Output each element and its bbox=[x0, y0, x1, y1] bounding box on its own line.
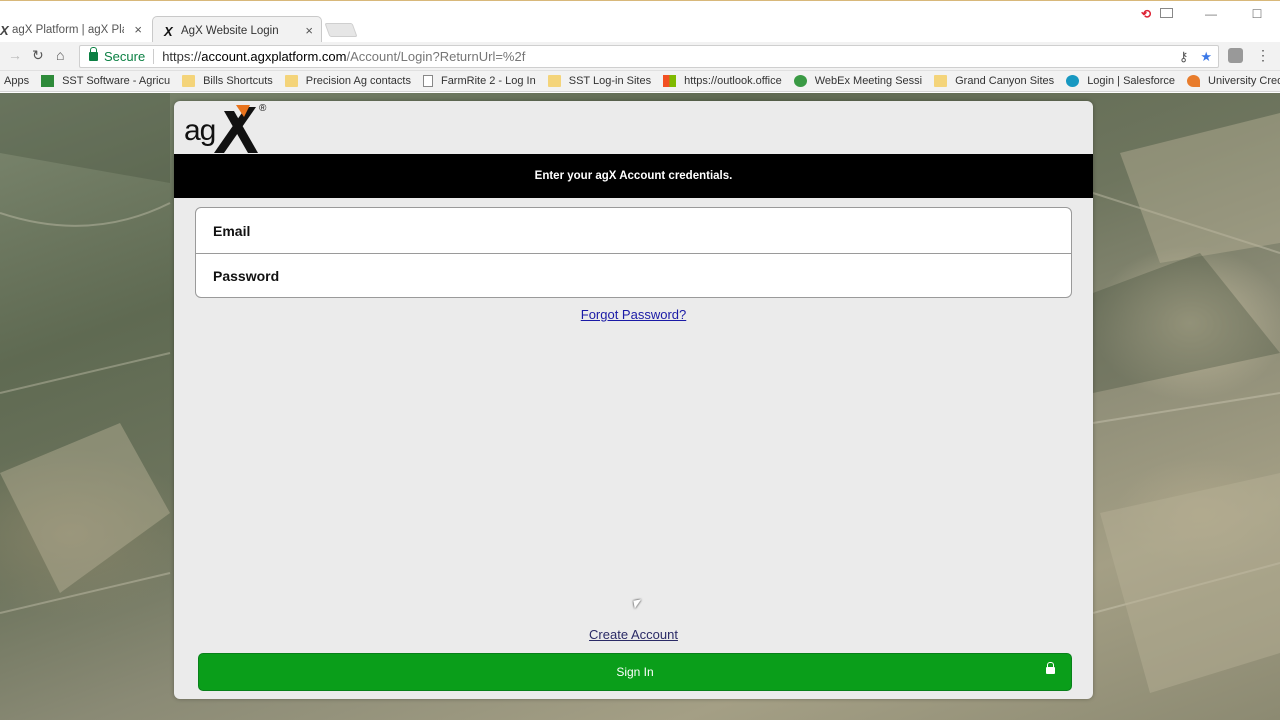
home-icon[interactable]: ⌂ bbox=[56, 47, 64, 63]
bookmark-sst-software[interactable]: SST Software - Agricu bbox=[41, 75, 170, 87]
extension-icon[interactable] bbox=[1228, 48, 1243, 63]
bookmark-label: Precision Ag contacts bbox=[305, 75, 411, 87]
url-scheme: https:// bbox=[162, 49, 202, 64]
lock-icon bbox=[1046, 662, 1055, 674]
bookmark-precision-ag[interactable]: Precision Ag contacts bbox=[284, 75, 411, 87]
bookmark-label: Apps bbox=[4, 75, 30, 87]
minimize-button[interactable]: — bbox=[1188, 7, 1234, 21]
folder-icon bbox=[182, 75, 196, 87]
address-bar[interactable]: Secure https://account.agxplatform.com/A… bbox=[79, 45, 1219, 68]
window-controls: — ☐ bbox=[1188, 1, 1280, 27]
email-field[interactable] bbox=[213, 222, 1071, 239]
microsoft-icon bbox=[663, 75, 677, 87]
folder-icon bbox=[284, 75, 298, 87]
secure-lock-icon bbox=[89, 47, 98, 61]
mouse-cursor-icon bbox=[633, 599, 643, 609]
password-field[interactable] bbox=[213, 268, 1071, 284]
bookmark-apps[interactable]: Apps bbox=[4, 75, 29, 87]
forgot-password-wrapper: Forgot Password? bbox=[174, 307, 1093, 322]
browser-tabstrip: X agX Platform | agX Platfo × X AgX Webs… bbox=[0, 0, 1280, 44]
password-row bbox=[196, 253, 1071, 298]
divider bbox=[153, 49, 155, 64]
agx-logo: ag ® bbox=[184, 103, 274, 155]
key-icon[interactable]: ⚷ bbox=[1179, 49, 1189, 65]
bookmark-salesforce[interactable]: Login | Salesforce bbox=[1066, 75, 1175, 87]
menu-icon[interactable]: ⋮ bbox=[1256, 47, 1270, 64]
bookmarks-bar: Apps SST Software - Agricu Bills Shortcu… bbox=[0, 71, 1280, 92]
tab-agx-website-login[interactable]: X AgX Website Login × bbox=[152, 16, 322, 44]
bookmark-label: https://outlook.office bbox=[684, 75, 782, 87]
omnibox-actions: ⚷ ★ bbox=[1179, 49, 1212, 65]
close-icon[interactable]: × bbox=[305, 23, 313, 38]
folder-icon bbox=[934, 75, 948, 87]
bookmark-outlook[interactable]: https://outlook.office bbox=[663, 75, 782, 87]
url-text[interactable]: https://account.agxplatform.com/Account/… bbox=[162, 49, 525, 64]
bookmark-credit-union[interactable]: University Credit Unic bbox=[1187, 75, 1280, 87]
url-path: /Account/Login?ReturnUrl=%2f bbox=[346, 49, 526, 64]
bookmark-sst-login[interactable]: SST Log-in Sites bbox=[547, 75, 652, 87]
bookmark-star-icon[interactable]: ★ bbox=[1200, 49, 1212, 65]
forgot-password-link[interactable]: Forgot Password? bbox=[581, 307, 687, 322]
sync-icon[interactable]: ⟲ bbox=[1141, 7, 1151, 21]
page-icon bbox=[422, 75, 433, 87]
bookmark-webex[interactable]: WebEx Meeting Sessi bbox=[793, 75, 923, 87]
salesforce-icon bbox=[1066, 75, 1080, 87]
browser-toolbar: → ↻ ⌂ Secure https://account.agxplatform… bbox=[0, 42, 1280, 71]
sst-icon bbox=[41, 75, 55, 87]
folder-icon bbox=[547, 75, 561, 87]
new-tab-button[interactable] bbox=[324, 23, 358, 37]
bookmark-grand-canyon[interactable]: Grand Canyon Sites bbox=[934, 75, 1054, 87]
tab-agx-platform[interactable]: X agX Platform | agX Platfo × bbox=[0, 16, 150, 44]
extension-icon[interactable] bbox=[1160, 8, 1173, 18]
close-icon[interactable]: × bbox=[134, 22, 142, 37]
bookmark-label: WebEx Meeting Sessi bbox=[814, 75, 923, 87]
credit-union-icon bbox=[1187, 75, 1201, 87]
create-account-wrapper: Create Account bbox=[174, 627, 1093, 642]
svg-text:ag: ag bbox=[184, 114, 215, 147]
bookmark-bills-shortcuts[interactable]: Bills Shortcuts bbox=[182, 75, 273, 87]
sign-in-label: Sign In bbox=[616, 665, 654, 679]
bookmark-label: FarmRite 2 - Log In bbox=[440, 75, 536, 87]
sign-in-button[interactable]: Sign In bbox=[198, 653, 1072, 691]
email-row bbox=[196, 208, 1071, 253]
url-host: account.agxplatform.com bbox=[201, 49, 347, 64]
bookmark-label: University Credit Unic bbox=[1208, 75, 1280, 87]
secure-label: Secure bbox=[104, 49, 146, 64]
bookmark-label: SST Software - Agricu bbox=[62, 75, 171, 87]
registered-mark: ® bbox=[259, 103, 267, 114]
login-card: ag ® Enter your agX Account credentials.… bbox=[174, 101, 1093, 699]
bookmark-label: SST Log-in Sites bbox=[568, 75, 652, 87]
bookmark-farmrite[interactable]: FarmRite 2 - Log In bbox=[422, 75, 536, 87]
maximize-button[interactable]: ☐ bbox=[1234, 7, 1280, 21]
webex-icon bbox=[793, 75, 807, 87]
bookmark-label: Bills Shortcuts bbox=[203, 75, 273, 87]
banner-text: Enter your agX Account credentials. bbox=[534, 170, 733, 182]
tab-title: AgX Website Login bbox=[181, 24, 279, 37]
create-account-link[interactable]: Create Account bbox=[589, 627, 678, 642]
agx-tab-icon: X bbox=[164, 24, 173, 39]
credentials-box bbox=[195, 207, 1072, 298]
bookmark-label: Grand Canyon Sites bbox=[955, 75, 1055, 87]
back-arrow-icon[interactable]: → bbox=[8, 47, 22, 63]
credentials-banner: Enter your agX Account credentials. bbox=[174, 154, 1093, 198]
tab-title: agX Platform | agX Platfo bbox=[12, 24, 124, 36]
reload-icon[interactable]: ↻ bbox=[32, 47, 44, 64]
bookmark-label: Login | Salesforce bbox=[1087, 75, 1176, 87]
agx-tab-icon: X bbox=[0, 23, 9, 38]
